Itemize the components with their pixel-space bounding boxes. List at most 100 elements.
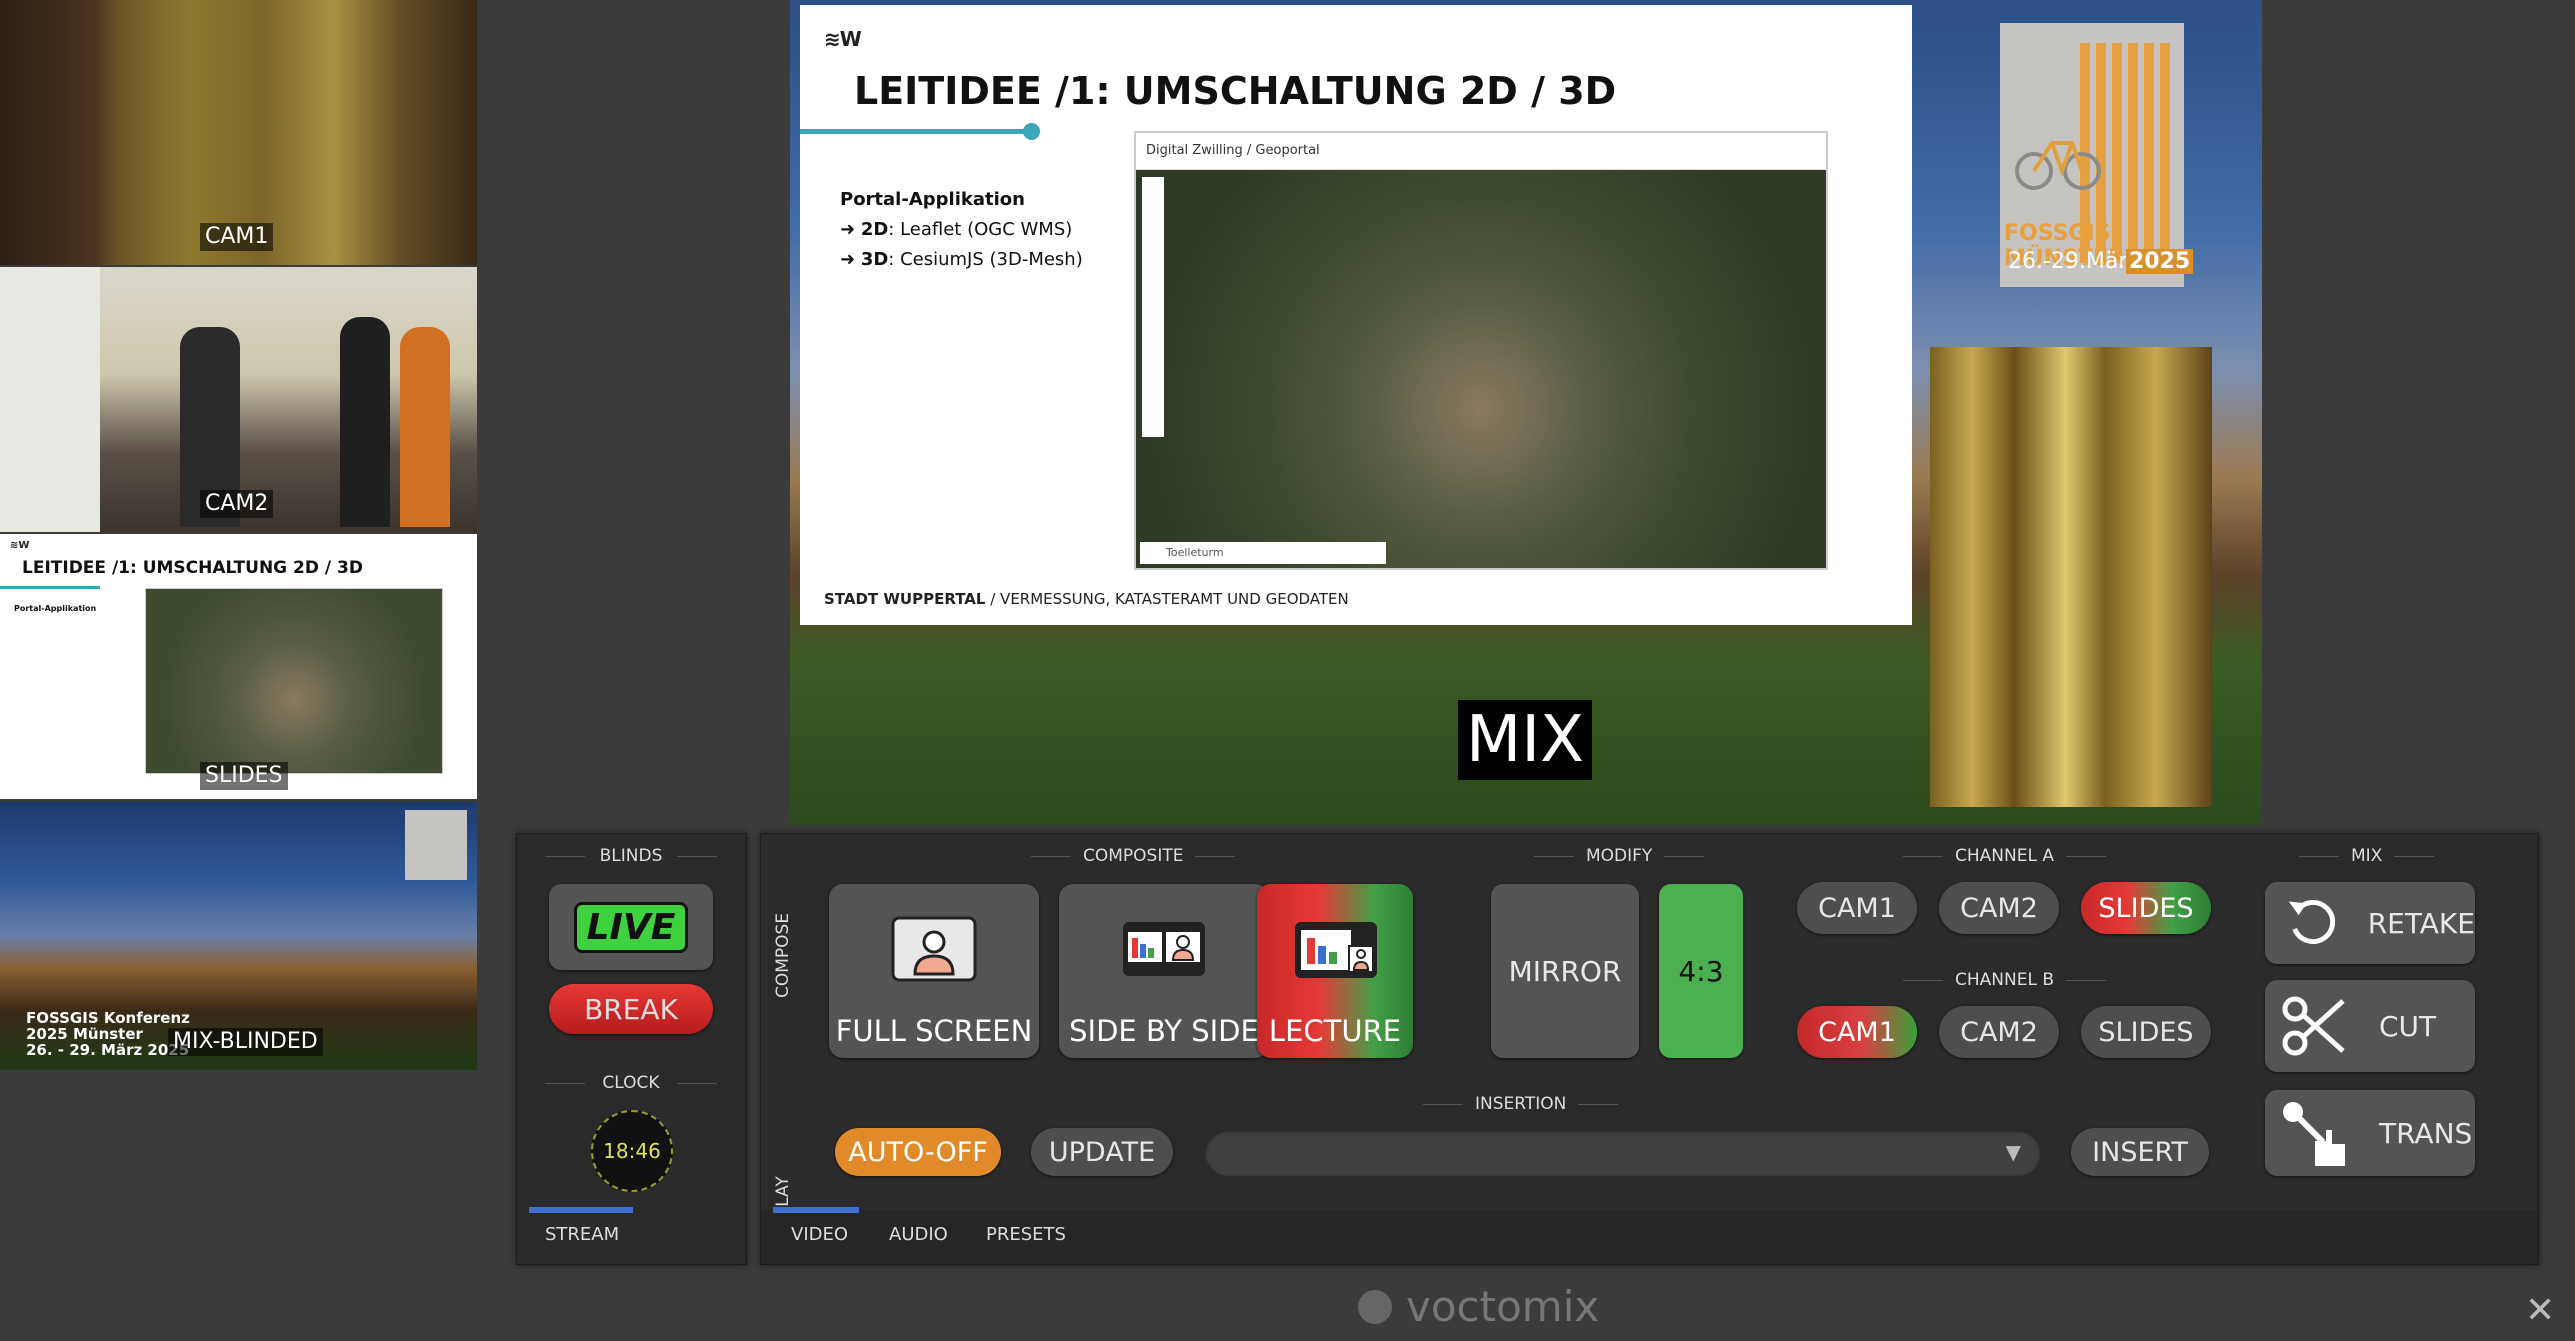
slide-list-heading-small: Portal-Applikation [14, 604, 97, 613]
side-by-side-icon [1123, 922, 1205, 976]
mix-title: MIX [2298, 846, 2436, 866]
preview-slides[interactable]: ≋W LEITIDEE /1: UMSCHALTUNG 2D / 3D Port… [0, 534, 477, 799]
tab-presets[interactable]: PRESETS [986, 1224, 1066, 1245]
aerial-image [1136, 170, 1826, 568]
arrow-icon: ➜ [840, 219, 861, 240]
list-item-text: : CesiumJS (3D-Mesh) [888, 249, 1083, 270]
mix-label: MIX [1458, 700, 1592, 780]
channel-a-cam1[interactable]: CAM1 [1797, 882, 1917, 934]
fullscreen-button[interactable]: FULL SCREEN [829, 884, 1039, 1058]
retake-icon [2288, 900, 2336, 944]
blinds-title: BLINDS [545, 846, 717, 866]
map-title: Digital Zwilling / Geoportal [1136, 133, 1826, 170]
slide-list-item: ➜ 3D: CesiumJS (3D-Mesh) [840, 245, 1083, 275]
preview-label: CAM2 [200, 490, 274, 518]
slide-logo: ≋W [824, 27, 862, 51]
lecture-button[interactable]: LECTURE [1257, 884, 1413, 1058]
video-controls-panel: COMPOSITE MODIFY CHANNEL A CHANNEL B MIX… [760, 833, 2539, 1265]
preview-cam2[interactable]: CAM2 [0, 267, 477, 532]
blind-line1: FOSSGIS Konferenz [26, 1009, 190, 1027]
channel-a-slides[interactable]: SLIDES [2081, 882, 2211, 934]
clock-title: CLOCK [545, 1073, 717, 1093]
preview-label: CAM1 [200, 223, 274, 251]
slide-title-small: LEITIDEE /1: UMSCHALTUNG 2D / 3D [22, 558, 363, 578]
app-name: voctomix [1406, 1282, 1600, 1331]
transition-icon [2283, 1102, 2345, 1166]
fullscreen-icon [891, 916, 977, 982]
tab-video[interactable]: VIDEO [791, 1224, 848, 1245]
preview-label: SLIDES [200, 762, 288, 790]
tab-stream[interactable]: STREAM [545, 1224, 619, 1245]
break-button[interactable]: BREAK [549, 984, 713, 1034]
preview-label: MIX-BLINDED [168, 1028, 323, 1056]
slide-title: LEITIDEE /1: UMSCHALTUNG 2D / 3D [854, 69, 1617, 113]
map-thumbnail [145, 588, 443, 774]
side-by-side-label: SIDE BY SIDE [1069, 1014, 1259, 1048]
modify-title: MODIFY [1533, 846, 1705, 866]
blinds-panel: BLINDS LIVE BREAK CLOCK 18:46 STREAM [516, 833, 747, 1265]
footer-bold: STADT WUPPERTAL [824, 590, 986, 608]
slide-list-item: ➜ 2D: Leaflet (OGC WMS) [840, 215, 1083, 245]
lecture-icon [1295, 922, 1377, 978]
trans-label: TRANS [2379, 1116, 2473, 1150]
slide: ≋W LEITIDEE /1: UMSCHALTUNG 2D / 3D Port… [800, 5, 1912, 625]
channel-b-cam2[interactable]: CAM2 [1939, 1006, 2059, 1058]
blind-line2: 2025 Münster [26, 1025, 143, 1043]
insert-label: INSERT [2092, 1136, 2188, 1168]
channel-b-slides-label: SLIDES [2098, 1016, 2194, 1048]
insert-button[interactable]: INSERT [2071, 1128, 2209, 1176]
update-label: UPDATE [1048, 1136, 1156, 1168]
update-button[interactable]: UPDATE [1031, 1128, 1173, 1176]
channel-a-slides-label: SLIDES [2098, 892, 2194, 924]
fullscreen-label: FULL SCREEN [835, 1014, 1033, 1048]
logo-dates: 26.-29.März [2008, 249, 2139, 274]
channel-b-cam1-label: CAM1 [1818, 1016, 1896, 1048]
close-icon[interactable]: ✕ [2525, 1290, 2555, 1331]
retake-label: RETAKE [2367, 906, 2475, 940]
footer-rest: / VERMESSUNG, KATASTERAMT UND GEODATEN [985, 590, 1349, 608]
insertion-title: INSERTION [1422, 1094, 1619, 1114]
channel-b-cam1[interactable]: CAM1 [1797, 1006, 1917, 1058]
channel-b-slides[interactable]: SLIDES [2081, 1006, 2211, 1058]
composite-title: COMPOSITE [1030, 846, 1237, 866]
side-by-side-button[interactable]: SIDE BY SIDE [1059, 884, 1269, 1058]
clock-display: 18:46 [591, 1110, 673, 1192]
fossgis-logo-small [405, 810, 467, 880]
preview-cam1[interactable]: CAM1 [0, 0, 477, 265]
wall-banner [0, 267, 100, 532]
auto-off-button[interactable]: AUTO-OFF [835, 1128, 1001, 1176]
app-title: voctomix [1358, 1282, 1599, 1331]
ratio-button[interactable]: 4:3 [1659, 884, 1743, 1058]
logo-year: 2025 [2126, 249, 2194, 274]
live-button[interactable]: LIVE [549, 884, 713, 970]
scissors-icon [2282, 996, 2345, 1056]
channel-a-cam1-label: CAM1 [1818, 892, 1896, 924]
cut-label: CUT [2379, 1009, 2437, 1043]
cut-button[interactable]: CUT [2265, 980, 2475, 1072]
retake-button[interactable]: RETAKE [2265, 882, 2475, 964]
channel-b-title: CHANNEL B [1903, 970, 2106, 990]
ratio-label: 4:3 [1678, 954, 1724, 988]
list-item-prefix: 3D [860, 249, 889, 270]
channel-a-cam2[interactable]: CAM2 [1939, 882, 2059, 934]
slide-rule [800, 129, 1032, 134]
person-figure [340, 317, 390, 527]
live-label: LIVE [573, 901, 689, 953]
map-zoom-controls [1142, 177, 1164, 437]
break-label: BREAK [584, 992, 678, 1026]
slide-footer: STADT WUPPERTAL / VERMESSUNG, KATASTERAM… [824, 590, 1349, 608]
preview-mix-blinded[interactable]: FOSSGIS Konferenz 2025 Münster 26. - 29.… [0, 802, 477, 1070]
mix-preview: ≋W LEITIDEE /1: UMSCHALTUNG 2D / 3D Port… [790, 0, 2262, 825]
tab-indicator [773, 1207, 859, 1213]
trans-button[interactable]: TRANS [2265, 1090, 2475, 1176]
slide-list-heading: Portal-Applikation [840, 189, 1025, 210]
mirror-button[interactable]: MIRROR [1491, 884, 1639, 1058]
mirror-label: MIRROR [1508, 954, 1622, 988]
blind-line3: 26. - 29. März 2025 [26, 1041, 190, 1059]
map-search: Toelleturm [1140, 542, 1386, 564]
chevron-down-icon: ▼ [2005, 1140, 2021, 1164]
list-item-text: : Leaflet (OGC WMS) [888, 219, 1073, 240]
tab-audio[interactable]: AUDIO [889, 1224, 948, 1245]
insertion-select[interactable]: ▼ [1205, 1130, 2041, 1176]
person-figure [400, 327, 450, 527]
